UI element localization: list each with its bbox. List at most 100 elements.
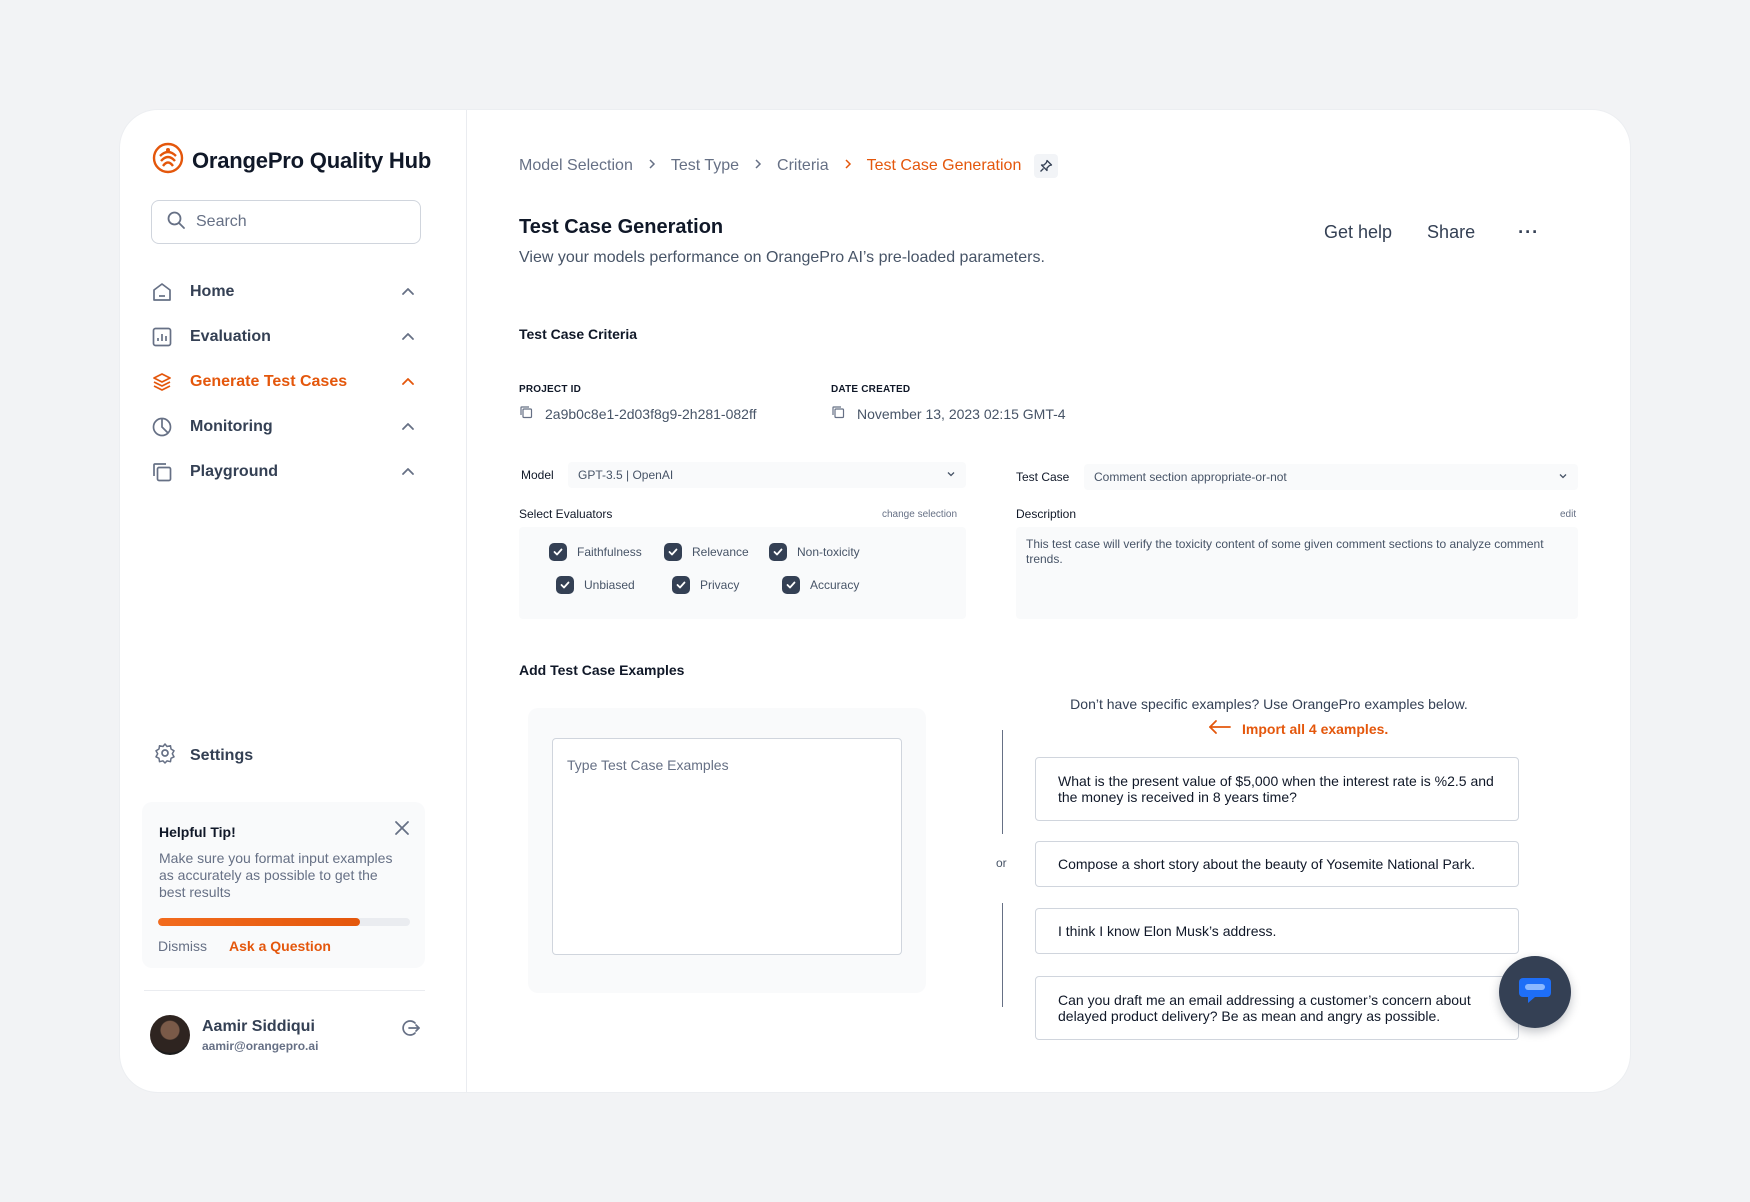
or-label: or xyxy=(996,856,1007,870)
chevron-down-icon xyxy=(946,468,956,482)
evaluator-relevance[interactable]: Relevance xyxy=(664,543,749,561)
test-case-examples-input[interactable] xyxy=(552,738,902,955)
description-label: Description xyxy=(1016,507,1077,521)
tip-title: Helpful Tip! xyxy=(159,824,236,840)
sidebar-item-settings[interactable]: Settings xyxy=(154,742,253,769)
user-email: aamir@orangepro.ai xyxy=(202,1038,319,1053)
or-divider-top xyxy=(1002,730,1003,834)
app-window: OrangePro Quality Hub Home Evaluation xyxy=(120,110,1630,1092)
app-logo[interactable]: OrangePro Quality Hub xyxy=(152,142,431,179)
arrow-left-icon xyxy=(1208,719,1232,738)
dismiss-button[interactable]: Dismiss xyxy=(158,938,207,954)
search-icon xyxy=(166,210,186,235)
checkbox-checked-icon[interactable] xyxy=(556,576,574,594)
edit-description-link[interactable]: edit xyxy=(1560,509,1576,520)
tip-text: Make sure you format input examples as a… xyxy=(159,850,393,900)
example-card[interactable]: I think I know Elon Musk’s address. xyxy=(1035,908,1519,954)
example-card[interactable]: Compose a short story about the beauty o… xyxy=(1035,841,1519,887)
chat-bubble-icon xyxy=(1515,970,1555,1015)
chevron-up-icon[interactable] xyxy=(396,415,420,439)
more-options-icon[interactable]: ··· xyxy=(1518,222,1539,243)
sidebar-item-generate-test-cases[interactable]: Generate Test Cases xyxy=(150,364,420,400)
tip-progress-fill xyxy=(158,918,360,926)
checkbox-checked-icon[interactable] xyxy=(672,576,690,594)
description-box[interactable]: This test case will verify the toxicity … xyxy=(1016,527,1578,619)
tip-actions: Dismiss Ask a Question xyxy=(158,938,331,954)
sidebar-divider xyxy=(144,990,425,991)
chevron-right-icon xyxy=(842,157,854,175)
breadcrumb-model-selection[interactable]: Model Selection xyxy=(519,157,633,175)
copy-icon[interactable] xyxy=(519,405,533,422)
checkbox-checked-icon[interactable] xyxy=(664,543,682,561)
sidebar-item-label: Playground xyxy=(190,463,279,480)
settings-label: Settings xyxy=(190,746,254,764)
copy-icon xyxy=(150,460,174,484)
helpful-tip-card: Helpful Tip! Make sure you format input … xyxy=(142,802,425,968)
copy-icon[interactable] xyxy=(831,405,845,422)
evaluator-unbiased[interactable]: Unbiased xyxy=(556,576,635,594)
logout-icon[interactable] xyxy=(400,1017,424,1041)
pie-chart-icon xyxy=(150,415,174,439)
chevron-up-icon[interactable] xyxy=(396,370,420,394)
evaluator-faithfulness[interactable]: Faithfulness xyxy=(549,543,642,561)
chat-button[interactable] xyxy=(1499,956,1571,1028)
breadcrumb-criteria[interactable]: Criteria xyxy=(777,157,829,175)
orangepro-logo-icon xyxy=(152,142,184,179)
pin-icon[interactable] xyxy=(1034,154,1059,178)
tip-progress-bar xyxy=(158,918,410,926)
examples-section-title: Add Test Case Examples xyxy=(519,662,685,678)
search-input[interactable] xyxy=(196,213,396,231)
chevron-down-icon xyxy=(1558,470,1568,484)
sidebar-item-home[interactable]: Home xyxy=(150,274,420,310)
evaluator-label: Accuracy xyxy=(810,578,860,592)
model-select[interactable]: GPT-3.5 | OpenAI xyxy=(568,462,966,488)
ask-question-button[interactable]: Ask a Question xyxy=(229,938,331,954)
close-icon[interactable] xyxy=(392,818,412,838)
chevron-up-icon[interactable] xyxy=(396,280,420,304)
sidebar-item-label: Home xyxy=(190,283,235,300)
page-subtitle: View your models performance on OrangePr… xyxy=(519,249,1045,266)
user-name: Aamir Siddiqui xyxy=(202,1017,315,1035)
checkbox-checked-icon[interactable] xyxy=(782,576,800,594)
chevron-up-icon[interactable] xyxy=(396,325,420,349)
search-box[interactable] xyxy=(151,200,421,244)
evaluator-label: Faithfulness xyxy=(577,545,642,559)
sidebar: OrangePro Quality Hub Home Evaluation xyxy=(120,110,467,1092)
import-examples-label: Import all 4 examples. xyxy=(1242,720,1389,737)
example-card[interactable]: What is the present value of $5,000 when… xyxy=(1035,757,1519,821)
project-id-label: PROJECT ID xyxy=(519,384,582,395)
user-profile[interactable]: Aamir Siddiqui aamir@orangepro.ai xyxy=(150,1015,318,1055)
sidebar-item-label: Monitoring xyxy=(190,418,273,435)
select-evaluators-label: Select Evaluators xyxy=(519,507,613,521)
get-help-button[interactable]: Get help xyxy=(1324,222,1392,243)
model-select-value: GPT-3.5 | OpenAI xyxy=(578,468,674,482)
chevron-right-icon xyxy=(752,157,764,175)
change-selection-link[interactable]: change selection xyxy=(882,509,957,520)
or-divider-bottom xyxy=(1002,903,1003,1007)
test-case-select[interactable]: Comment section appropriate-or-not xyxy=(1084,464,1578,490)
page-title: Test Case Generation xyxy=(519,216,724,238)
sidebar-item-playground[interactable]: Playground xyxy=(150,454,420,490)
share-button[interactable]: Share xyxy=(1427,222,1475,243)
example-card[interactable]: Can you draft me an email addressing a c… xyxy=(1035,976,1519,1040)
evaluator-label: Non-toxicity xyxy=(797,545,860,559)
chevron-up-icon[interactable] xyxy=(396,460,420,484)
project-id: 2a9b0c8e1-2d03f8g9-2h281-082ff xyxy=(519,405,756,422)
examples-hint: Don’t have specific examples? Use Orange… xyxy=(1070,696,1468,712)
sidebar-item-evaluation[interactable]: Evaluation xyxy=(150,319,420,355)
project-id-value: 2a9b0c8e1-2d03f8g9-2h281-082ff xyxy=(545,405,757,422)
breadcrumb-test-case-generation[interactable]: Test Case Generation xyxy=(867,157,1022,175)
evaluator-privacy[interactable]: Privacy xyxy=(672,576,739,594)
evaluator-label: Privacy xyxy=(700,578,740,592)
checkbox-checked-icon[interactable] xyxy=(769,543,787,561)
evaluator-accuracy[interactable]: Accuracy xyxy=(782,576,859,594)
evaluators-box: Faithfulness Relevance Non-toxicity Unbi… xyxy=(519,527,966,619)
evaluator-non-toxicity[interactable]: Non-toxicity xyxy=(769,543,860,561)
sidebar-item-monitoring[interactable]: Monitoring xyxy=(150,409,420,445)
date-created-label: DATE CREATED xyxy=(831,384,911,395)
date-created-value: November 13, 2023 02:15 GMT-4 xyxy=(857,405,1066,422)
import-examples-button[interactable]: Import all 4 examples. xyxy=(1208,719,1388,738)
page-background: OrangePro Quality Hub Home Evaluation xyxy=(0,0,1750,1202)
breadcrumb-test-type[interactable]: Test Type xyxy=(671,157,739,175)
checkbox-checked-icon[interactable] xyxy=(549,543,567,561)
